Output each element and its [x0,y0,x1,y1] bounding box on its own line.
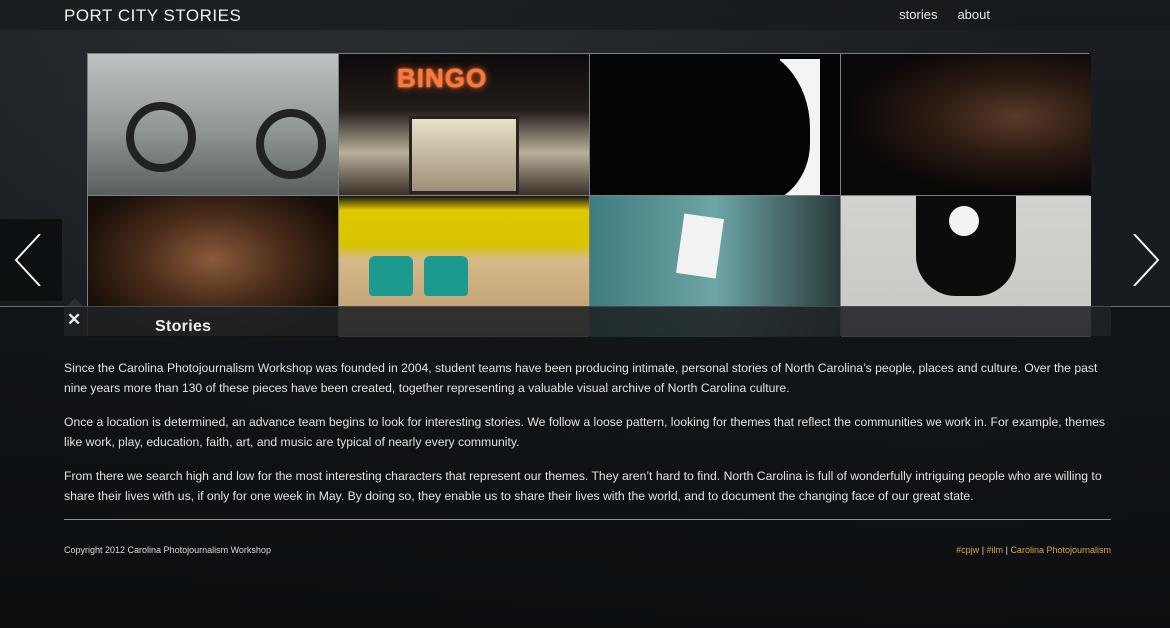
wheel-shape [126,102,196,172]
chevron-left-icon [14,234,41,286]
main-nav: stories about [899,7,990,22]
skate-shape [424,256,468,296]
footer-separator: | [1005,545,1008,555]
nav-about-link[interactable]: about [957,7,990,22]
site-title[interactable]: PORT CITY STORIES [64,6,241,26]
panel-paragraph: From there we search high and low for th… [64,469,1102,503]
badge-shape [676,213,724,279]
close-icon: ✕ [67,310,82,329]
skate-shape [369,256,413,296]
silhouette-head [670,54,810,195]
footer-separator: | [981,545,985,555]
photo-tile-portrait-shadow[interactable] [841,54,1091,195]
photo-tile-wheelchair[interactable] [88,54,338,195]
top-bar: PORT CITY STORIES stories about [0,0,1170,30]
stories-panel-header [64,306,1111,336]
shirt-logo [949,206,979,236]
wheel-shape [256,109,326,179]
footer-link-ilm[interactable]: #ilm [987,545,1004,555]
bingo-door [409,116,519,194]
bingo-sign: BINGO [397,63,488,93]
footer-divider [64,519,1111,520]
close-button[interactable]: ✕ [67,311,83,329]
photo-tile-silhouette[interactable] [590,54,840,195]
next-button[interactable] [1126,219,1170,301]
footer-link-carolina-photojournalism[interactable]: Carolina Photojournalism [1010,545,1111,555]
photo-tile-bingo[interactable]: BINGO [339,54,589,195]
panel-title: Stories [155,318,212,335]
panel-body: Since the Carolina Photojournalism Works… [64,359,1111,521]
nav-stories-link[interactable]: stories [899,7,937,22]
panel-paragraph: Since the Carolina Photojournalism Works… [64,361,1098,395]
footer-link-cpjw[interactable]: #cpjw [956,545,979,555]
photo-grid: BINGO [87,53,1091,337]
panel-notch [67,298,83,306]
copyright-text: Copyright 2012 Carolina Photojournalism … [64,545,271,555]
panel-paragraph: Once a location is determined, an advanc… [64,415,1105,449]
footer-links: #cpjw | #ilm | Carolina Photojournalism [956,545,1111,555]
previous-button[interactable] [0,219,62,301]
chevron-right-icon [1133,234,1160,286]
